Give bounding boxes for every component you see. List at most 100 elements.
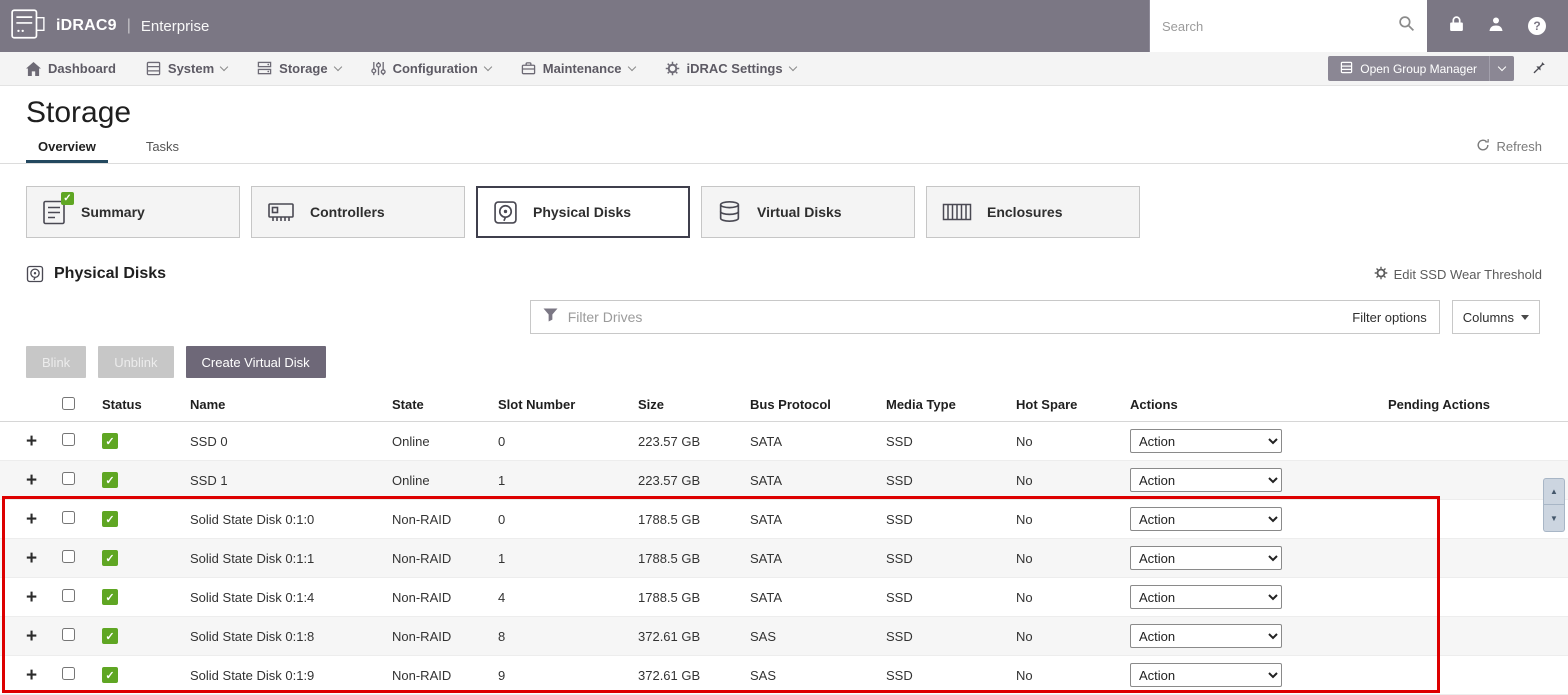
disk-state: Non-RAID xyxy=(392,511,452,527)
nav-item-dashboard[interactable]: Dashboard xyxy=(26,61,116,76)
search-icon[interactable] xyxy=(1398,15,1415,37)
page-title: Storage xyxy=(26,96,132,129)
pin-icon[interactable] xyxy=(1530,58,1546,79)
disk-size: 372.61 GB xyxy=(638,667,701,683)
edit-ssd-wear-threshold-label: Edit SSD Wear Threshold xyxy=(1393,266,1542,282)
row-checkbox[interactable] xyxy=(62,628,75,641)
expand-row-button[interactable] xyxy=(26,626,37,647)
header-media-type: Media Type xyxy=(886,397,956,412)
status-ok-icon xyxy=(102,628,118,645)
disk-hot-spare: No xyxy=(1016,589,1033,605)
disk-slot-number: 4 xyxy=(498,589,506,605)
expand-row-button[interactable] xyxy=(26,665,37,686)
section-header: Physical Disks Edit SSD Wear Threshold xyxy=(0,262,1568,286)
nav-item-system[interactable]: System xyxy=(146,61,229,76)
table-row: Solid State Disk 0:1:9 Non-RAID 9 372.61… xyxy=(0,656,1568,695)
nav-item-label: iDRAC Settings xyxy=(686,61,783,76)
disk-name: Solid State Disk 0:1:8 xyxy=(190,628,315,644)
maintenance-icon xyxy=(521,61,536,76)
disk-slot-number: 0 xyxy=(498,433,506,449)
open-group-manager-dropdown-button[interactable] xyxy=(1489,56,1514,81)
header-slot-number: Slot Number xyxy=(498,397,576,412)
row-action-select[interactable]: Action xyxy=(1130,429,1282,453)
disk-slot-number: 1 xyxy=(498,550,506,566)
header-pending-actions: Pending Actions xyxy=(1387,397,1491,412)
chevron-down-icon xyxy=(788,62,797,71)
header-bus-protocol: Bus Protocol xyxy=(750,397,831,412)
disk-size: 1788.5 GB xyxy=(638,589,701,605)
edit-ssd-wear-threshold-link[interactable]: Edit SSD Wear Threshold xyxy=(1374,266,1542,283)
nav-item-idrac-settings[interactable]: iDRAC Settings xyxy=(665,61,797,76)
disk-hot-spare: No xyxy=(1016,472,1033,488)
disk-hot-spare: No xyxy=(1016,433,1033,449)
select-all-checkbox[interactable] xyxy=(62,396,75,410)
card-enclosures[interactable]: Enclosures xyxy=(926,186,1140,238)
row-checkbox[interactable] xyxy=(62,589,75,602)
refresh-icon xyxy=(1476,138,1490,155)
filter-options-link[interactable]: Filter options xyxy=(1352,310,1426,325)
virtual-disks-icon xyxy=(717,200,742,225)
expand-row-button[interactable] xyxy=(26,587,37,608)
blink-button[interactable]: Blink xyxy=(26,346,87,378)
search-input[interactable] xyxy=(1162,18,1390,34)
row-checkbox[interactable] xyxy=(62,511,75,524)
brand: iDRAC9 | Enterprise xyxy=(0,8,209,45)
row-action-select[interactable]: Action xyxy=(1130,624,1282,648)
row-checkbox[interactable] xyxy=(62,667,75,680)
scroll-up-button[interactable]: ▲ xyxy=(1543,478,1565,505)
status-ok-icon xyxy=(102,511,118,528)
tab-overview[interactable]: Overview xyxy=(26,139,108,163)
disk-name: SSD 0 xyxy=(190,433,228,449)
row-action-select[interactable]: Action xyxy=(1130,663,1282,687)
row-action-select[interactable]: Action xyxy=(1130,507,1282,531)
refresh-link[interactable]: Refresh xyxy=(1476,138,1568,163)
nav-item-storage[interactable]: Storage xyxy=(257,61,342,76)
expand-row-button[interactable] xyxy=(26,431,37,452)
columns-dropdown-button[interactable]: Columns xyxy=(1451,300,1540,334)
help-icon[interactable] xyxy=(1528,17,1546,35)
disk-name: Solid State Disk 0:1:0 xyxy=(190,511,315,527)
gear-icon xyxy=(665,61,680,76)
configuration-icon xyxy=(370,61,386,76)
chevron-down-icon xyxy=(333,62,342,71)
row-action-select[interactable]: Action xyxy=(1130,468,1282,492)
nav-item-maintenance[interactable]: Maintenance xyxy=(521,61,636,76)
storage-category-cards: Summary Controllers Physical Disks xyxy=(26,186,1568,238)
idrac-logo-icon xyxy=(10,8,46,45)
row-action-select[interactable]: Action xyxy=(1130,546,1282,570)
unblink-button[interactable]: Unblink xyxy=(98,346,174,378)
disk-hot-spare: No xyxy=(1016,628,1033,644)
card-virtual-disks[interactable]: Virtual Disks xyxy=(701,186,915,238)
filter-drives-input[interactable] xyxy=(567,309,1343,325)
create-virtual-disk-button[interactable]: Create Virtual Disk xyxy=(185,346,326,378)
expand-row-button[interactable] xyxy=(26,470,37,491)
nav-item-configuration[interactable]: Configuration xyxy=(370,61,493,76)
nav-item-label: Dashboard xyxy=(48,61,116,76)
card-summary[interactable]: Summary xyxy=(26,186,240,238)
disk-size: 372.61 GB xyxy=(638,628,701,644)
user-icon[interactable] xyxy=(1488,16,1504,37)
tab-tasks[interactable]: Tasks xyxy=(134,139,191,163)
expand-row-button[interactable] xyxy=(26,509,37,530)
open-group-manager-button[interactable]: Open Group Manager xyxy=(1328,56,1489,81)
card-physical-disks[interactable]: Physical Disks xyxy=(476,186,690,238)
disk-bus-protocol: SATA xyxy=(750,472,783,488)
row-checkbox[interactable] xyxy=(62,433,75,446)
disk-media-type: SSD xyxy=(886,472,913,488)
scroll-down-button[interactable]: ▼ xyxy=(1543,505,1565,532)
row-checkbox[interactable] xyxy=(62,550,75,563)
card-controllers[interactable]: Controllers xyxy=(251,186,465,238)
row-checkbox[interactable] xyxy=(62,472,75,485)
disk-bus-protocol: SATA xyxy=(750,589,783,605)
card-label: Enclosures xyxy=(987,204,1063,220)
disk-media-type: SSD xyxy=(886,589,913,605)
disk-name: Solid State Disk 0:1:9 xyxy=(190,667,315,683)
disk-slot-number: 1 xyxy=(498,472,506,488)
card-label: Physical Disks xyxy=(533,204,632,220)
row-action-select[interactable]: Action xyxy=(1130,585,1282,609)
physical-disks-icon xyxy=(493,200,518,225)
chevron-down-icon xyxy=(483,62,493,71)
home-icon xyxy=(26,61,41,76)
expand-row-button[interactable] xyxy=(26,548,37,569)
lock-icon[interactable] xyxy=(1449,15,1464,37)
